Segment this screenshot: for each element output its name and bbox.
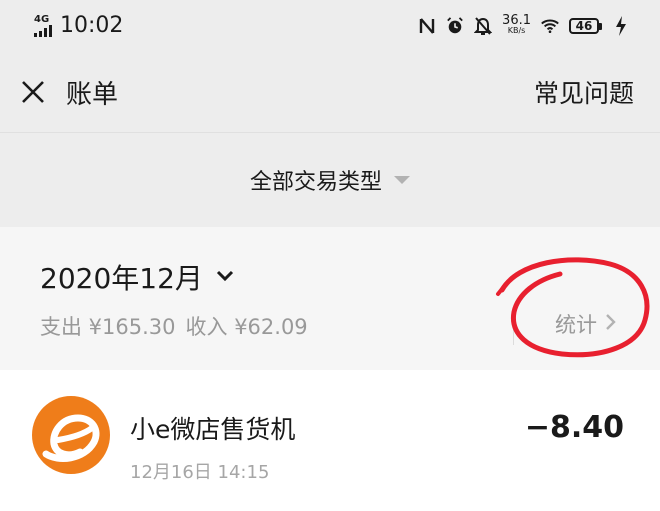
clock: 10:02 [60,13,124,38]
stats-label: 统计 [555,313,597,337]
net-speed-value: 36.1 [502,13,531,28]
month-summary: 支出 ¥165.30 收入 ¥62.09 [40,311,308,341]
alarm-icon [446,17,464,35]
merchant-name: 小e微店售货机 [130,415,296,444]
nav-bar: 账单 常见问题 [0,52,660,132]
status-left: 4G 10:02 [34,15,123,37]
merchant-logo [32,396,110,474]
signal-bars-icon [34,25,52,37]
network-type: 4G [34,14,50,25]
stats-button[interactable]: 统计 [555,309,617,339]
close-icon[interactable] [20,79,46,105]
month-section: 2020年12月 支出 ¥165.30 收入 ¥62.09 统计 [0,227,660,370]
e-logo-icon [42,414,100,462]
chevron-down-icon [215,268,235,287]
charging-icon [612,16,630,36]
divider [513,311,514,345]
expense-total: 支出 ¥165.30 [40,315,176,339]
battery-level: 46 [575,19,593,33]
month-selector[interactable]: 2020年12月 [40,257,235,297]
transaction-amount: −8.40 [524,410,624,445]
net-speed: 36.1 KB/s [502,13,531,36]
battery-icon: 46 [569,18,602,34]
transaction-row[interactable]: 小e微店售货机 12月16日 14:15 −8.40 [0,370,660,511]
chevron-right-icon [605,312,617,336]
signal-indicator: 4G [34,15,52,37]
transaction-time: 12月16日 14:15 [130,462,270,483]
filter-label: 全部交易类型 [249,170,382,195]
caret-down-icon [394,176,410,184]
status-bar: 4G 10:02 36.1 KB/s 46 [0,0,660,52]
nfc-icon [418,17,436,35]
month-label: 2020年12月 [40,262,203,295]
faq-link[interactable]: 常见问题 [534,74,634,110]
income-total: 收入 ¥62.09 [185,315,308,339]
status-right: 36.1 KB/s 46 [418,13,630,36]
transaction-type-filter[interactable]: 全部交易类型 [0,132,660,227]
mute-bell-icon [474,17,493,35]
net-speed-unit: KB/s [507,26,526,35]
wifi-icon [541,17,559,35]
page-title: 账单 [66,79,119,110]
